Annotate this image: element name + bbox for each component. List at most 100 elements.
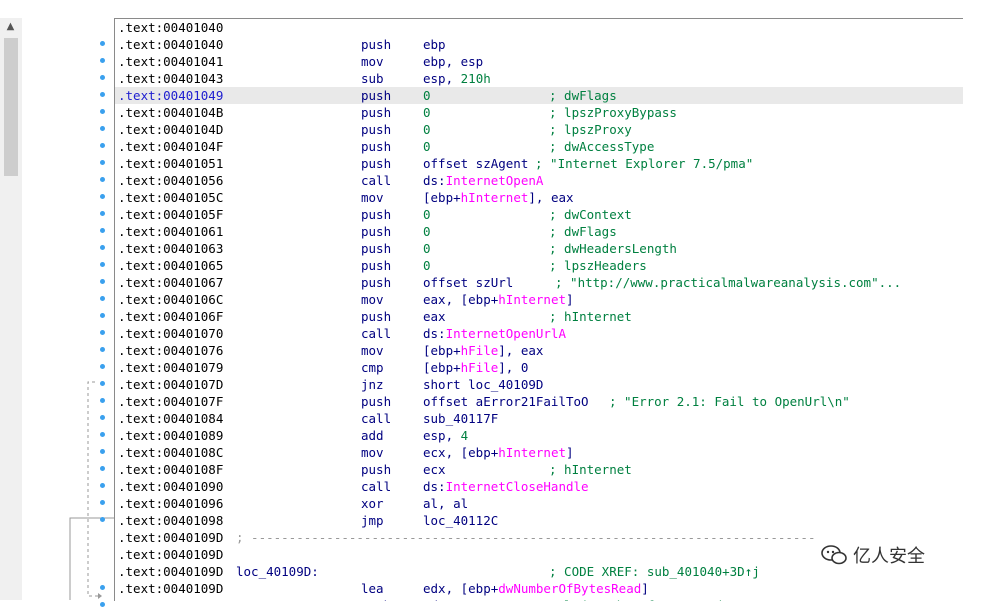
disasm-line[interactable]: .text:0040104D push 0 ; lpszProxy — [115, 121, 963, 138]
disasm-line[interactable]: .text:00401076 mov [ebp+hFile], eax — [115, 342, 963, 359]
breakpoint-dot-icon[interactable] — [100, 415, 105, 420]
mnemonic: mov — [361, 292, 384, 307]
operand: [ebp+hFile], eax — [423, 342, 543, 359]
breakpoint-dot-icon[interactable] — [100, 75, 105, 80]
breakpoint-dot-icon[interactable] — [100, 432, 105, 437]
breakpoint-dot-icon[interactable] — [100, 364, 105, 369]
disasm-line[interactable]: .text:00401063 push 0 ; dwHeadersLength — [115, 240, 963, 257]
breakpoint-dot-icon[interactable] — [100, 347, 105, 352]
disasm-line[interactable]: .text:00401040 push ebp — [115, 36, 963, 53]
breakpoint-dot-icon[interactable] — [100, 279, 105, 284]
breakpoint-dot-icon[interactable] — [100, 262, 105, 267]
disasm-line[interactable]: .text:00401041 mov ebp, esp — [115, 53, 963, 70]
breakpoint-dot-icon[interactable] — [100, 194, 105, 199]
disasm-line[interactable]: .text:00401079 cmp [ebp+hFile], 0 — [115, 359, 963, 376]
operand: 0 — [423, 121, 431, 138]
operand-text: [ebp+ — [423, 343, 461, 358]
breakpoint-dot-icon[interactable] — [100, 245, 105, 250]
breakpoint-dot-icon[interactable] — [100, 313, 105, 318]
line-address: .text:00401065 — [118, 258, 224, 273]
operand: 0 — [423, 138, 431, 155]
mnemonic: lea — [361, 581, 384, 596]
operand-text: eax — [423, 309, 446, 324]
operand-text: [ebp+ — [423, 360, 461, 375]
disasm-line[interactable]: .text:00401096 xor al, al — [115, 495, 963, 512]
disasm-line[interactable]: .text:00401065 push 0 ; lpszHeaders — [115, 257, 963, 274]
operand-text: ecx — [423, 462, 446, 477]
breakpoint-dot-icon[interactable] — [100, 381, 105, 386]
disasm-line[interactable]: .text:0040109D lea edx, [ebp+dwNumberOfByt… — [115, 580, 963, 597]
disasm-line[interactable]: .text:004010A0 push edx ; lpdwNumberOfBytes… — [115, 597, 963, 601]
operand-text: esp, — [423, 71, 461, 86]
scroll-up-arrow-icon[interactable]: ▲ — [3, 20, 18, 34]
breakpoint-gutter[interactable] — [22, 18, 114, 607]
disasm-line[interactable]: .text:0040107D jnz short loc_40109D — [115, 376, 963, 393]
disasm-line[interactable]: .text:00401067 push offset szUrl ; "http://… — [115, 274, 963, 291]
line-address: .text:0040104F — [118, 139, 224, 154]
disasm-line[interactable]: .text:0040108C mov ecx, [ebp+hInternet] — [115, 444, 963, 461]
breakpoint-dot-icon[interactable] — [100, 126, 105, 131]
vertical-scrollbar[interactable]: ▲ — [0, 18, 23, 600]
scroll-thumb[interactable] — [4, 38, 18, 176]
operand-text: eax, [ebp+ — [423, 292, 499, 307]
breakpoint-dot-icon[interactable] — [100, 483, 105, 488]
disasm-line[interactable]: .text:0040105C mov [ebp+hInternet], eax — [115, 189, 963, 206]
disasm-line[interactable]: .text:00401084 call sub_40117F — [115, 410, 963, 427]
breakpoint-dot-icon[interactable] — [100, 109, 105, 114]
breakpoint-dot-icon[interactable] — [100, 211, 105, 216]
disasm-line[interactable]: .text:0040107F push offset aError21FailToO… — [115, 393, 963, 410]
breakpoint-dot-icon[interactable] — [100, 466, 105, 471]
disasm-line[interactable]: .text:00401089 add esp, 4 — [115, 427, 963, 444]
disasm-line[interactable]: .text:0040106F push eax ; hInternet — [115, 308, 963, 325]
operand-text: [ebp+ — [423, 190, 461, 205]
disasm-line[interactable]: .text:00401070 call ds:InternetOpenUrlA — [115, 325, 963, 342]
breakpoint-dot-icon[interactable] — [100, 58, 105, 63]
disasm-line[interactable]: .text:0040108F push ecx ; hInternet — [115, 461, 963, 478]
operand-symbol: InternetOpenUrlA — [445, 326, 566, 341]
line-comment: ; dwFlags — [549, 224, 617, 239]
breakpoint-dot-icon[interactable] — [100, 330, 105, 335]
line-comment: ; dwFlags — [549, 88, 617, 103]
disasm-line[interactable]: .text:0040105F push 0 ; dwContext — [115, 206, 963, 223]
disasm-line[interactable]: .text:00401090 call ds:InternetCloseHandle — [115, 478, 963, 495]
disasm-line[interactable]: .text:00401051 push offset szAgent ; "Inter… — [115, 155, 963, 172]
breakpoint-dot-icon[interactable] — [100, 500, 105, 505]
operand-text: offset szUrl — [423, 275, 514, 290]
breakpoint-dot-icon[interactable] — [100, 160, 105, 165]
operand-suffix: ] — [566, 292, 574, 307]
operand-text: short loc_40109D — [423, 377, 544, 392]
disasm-line[interactable]: .text:0040106C mov eax, [ebp+hInternet] — [115, 291, 963, 308]
disasm-line[interactable]: .text:0040104F push 0 ; dwAccessType — [115, 138, 963, 155]
breakpoint-dot-icon[interactable] — [100, 92, 105, 97]
operand: [ebp+hInternet], eax — [423, 189, 574, 206]
breakpoint-dot-icon[interactable] — [100, 602, 105, 607]
mnemonic: push — [361, 258, 392, 273]
breakpoint-dot-icon[interactable] — [100, 143, 105, 148]
operand: ebp — [423, 36, 446, 53]
breakpoint-dot-icon[interactable] — [100, 449, 105, 454]
operand: esp, 210h — [423, 70, 491, 87]
breakpoint-dot-icon[interactable] — [100, 517, 105, 522]
disasm-line[interactable]: .text:00401056 call ds:InternetOpenA — [115, 172, 963, 189]
disasm-line[interactable]: .text:00401043 sub esp, 210h — [115, 70, 963, 87]
disassembly-listing[interactable]: .text:00401040 .text:00401040 push ebp .text… — [114, 18, 963, 601]
breakpoint-dot-icon[interactable] — [100, 41, 105, 46]
breakpoint-dot-icon[interactable] — [100, 228, 105, 233]
breakpoint-dot-icon[interactable] — [100, 398, 105, 403]
disasm-line[interactable]: .text:00401040 — [115, 19, 963, 36]
breakpoint-dot-icon[interactable] — [100, 296, 105, 301]
line-address: .text:0040104D — [118, 122, 224, 137]
disasm-line[interactable]: .text:00401061 push 0 ; dwFlags — [115, 223, 963, 240]
operand-number: 0 — [423, 224, 431, 239]
line-address: .text:004010A0 — [118, 597, 223, 601]
disasm-line[interactable]: .text:0040104B push 0 ; lpszProxyBypass — [115, 104, 963, 121]
breakpoint-dot-icon[interactable] — [100, 177, 105, 182]
operand: 0 — [423, 223, 431, 240]
disasm-line[interactable]: .text:00401098 jmp loc_40112C — [115, 512, 963, 529]
line-comment: ; dwContext — [549, 207, 632, 222]
disasm-line[interactable]: .text:00401049 push 0 ; dwFlags — [115, 87, 963, 104]
line-address: .text:00401096 — [118, 496, 224, 511]
line-address: .text:00401056 — [118, 173, 224, 188]
breakpoint-dot-icon[interactable] — [100, 585, 105, 590]
line-comment: ; "Internet Explorer 7.5/pma" — [535, 156, 754, 171]
